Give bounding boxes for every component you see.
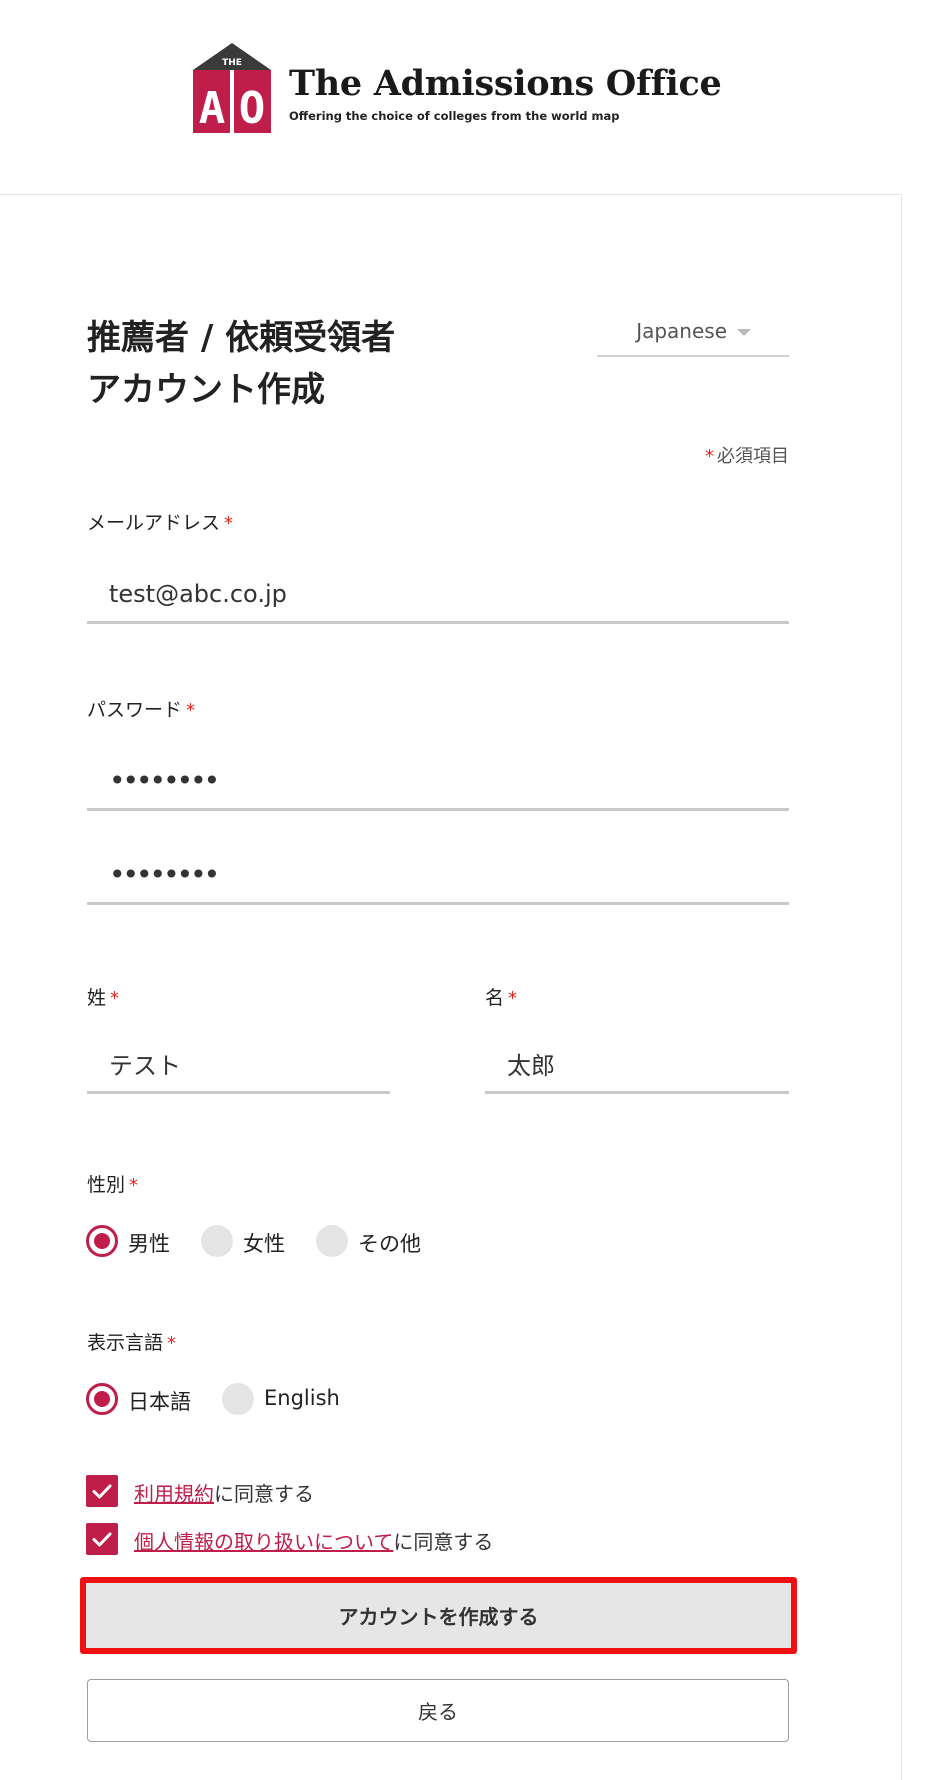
first-name-label: 名 * bbox=[485, 983, 520, 1010]
first-name-label-text: 名 bbox=[485, 987, 505, 1009]
display-language-label: 表示言語 * bbox=[87, 1328, 179, 1355]
create-account-button[interactable]: アカウントを作成する bbox=[80, 1577, 797, 1654]
page-title-line2: アカウント作成 bbox=[87, 370, 325, 410]
last-name-field[interactable] bbox=[87, 1036, 390, 1094]
required-star: * bbox=[508, 988, 518, 1009]
display-language-option-label[interactable]: English bbox=[264, 1386, 340, 1410]
last-name-label: 姓 * bbox=[87, 983, 122, 1010]
radio-dot bbox=[94, 1391, 110, 1407]
required-star: * bbox=[224, 513, 234, 534]
agree-suffix: に同意する bbox=[393, 1530, 494, 1554]
logo-letter-a: A bbox=[199, 83, 226, 133]
gender-option-label[interactable]: その他 bbox=[358, 1228, 421, 1258]
header-divider bbox=[0, 194, 902, 195]
terms-agree-line: 利用規約に同意する bbox=[134, 1478, 314, 1507]
radio-dot bbox=[94, 1233, 110, 1249]
required-star: * bbox=[167, 1333, 177, 1354]
gender-radio-other[interactable] bbox=[316, 1225, 348, 1257]
back-button[interactable]: 戻る bbox=[87, 1679, 789, 1742]
email-label: メールアドレス * bbox=[87, 508, 236, 535]
logo-letter-o: O bbox=[239, 83, 266, 133]
display-language-label-text: 表示言語 bbox=[87, 1332, 164, 1354]
display-language-radio-english[interactable] bbox=[222, 1383, 254, 1415]
password-confirm-field[interactable] bbox=[87, 847, 789, 905]
logo[interactable]: THE A O The Admissions Office Offering t… bbox=[193, 43, 722, 133]
terms-link[interactable]: 利用規約 bbox=[134, 1482, 214, 1506]
checkmark-icon bbox=[92, 1484, 112, 1499]
panel-right-border bbox=[901, 194, 902, 1780]
required-star: * bbox=[705, 446, 714, 467]
gender-radio-male[interactable] bbox=[86, 1225, 118, 1257]
privacy-checkbox[interactable] bbox=[86, 1523, 118, 1555]
display-language-radio-japanese[interactable] bbox=[86, 1383, 118, 1415]
page-title: 推薦者 / 依頼受領者 アカウント作成 bbox=[87, 312, 527, 416]
page-title-line1: 推薦者 / 依頼受領者 bbox=[87, 318, 396, 358]
gender-label-text: 性別 bbox=[87, 1174, 126, 1196]
agree-suffix: に同意する bbox=[214, 1482, 314, 1506]
required-star: * bbox=[186, 700, 196, 721]
language-select[interactable]: Japanese bbox=[597, 310, 789, 357]
gender-label: 性別 * bbox=[87, 1170, 141, 1197]
ao-logo-icon: THE A O bbox=[193, 43, 271, 133]
caret-down-icon bbox=[737, 329, 751, 336]
gender-option-label[interactable]: 女性 bbox=[243, 1228, 285, 1258]
required-note: * 必須項目 bbox=[705, 442, 789, 468]
privacy-link[interactable]: 個人情報の取り扱いについて bbox=[134, 1530, 393, 1554]
logo-badge-text: THE bbox=[222, 58, 242, 68]
language-select-value: Japanese bbox=[636, 319, 727, 343]
password-label-text: パスワード bbox=[87, 699, 183, 721]
first-name-field[interactable] bbox=[485, 1036, 789, 1094]
password-label: パスワード * bbox=[87, 695, 198, 722]
required-note-text: 必須項目 bbox=[717, 446, 789, 467]
site-tagline: Offering the choice of colleges from the… bbox=[289, 109, 620, 123]
terms-checkbox[interactable] bbox=[86, 1475, 118, 1507]
site-title: The Admissions Office bbox=[289, 63, 722, 104]
password-field[interactable] bbox=[87, 753, 789, 811]
last-name-label-text: 姓 bbox=[87, 987, 107, 1009]
email-label-text: メールアドレス bbox=[87, 512, 221, 534]
checkmark-icon bbox=[92, 1532, 112, 1547]
privacy-agree-line: 個人情報の取り扱いについてに同意する bbox=[134, 1526, 493, 1555]
gender-option-label[interactable]: 男性 bbox=[128, 1228, 170, 1258]
display-language-option-label[interactable]: 日本語 bbox=[128, 1386, 191, 1416]
gender-radio-female[interactable] bbox=[201, 1225, 233, 1257]
email-field[interactable] bbox=[87, 566, 789, 624]
required-star: * bbox=[129, 1175, 139, 1196]
required-star: * bbox=[110, 988, 120, 1009]
